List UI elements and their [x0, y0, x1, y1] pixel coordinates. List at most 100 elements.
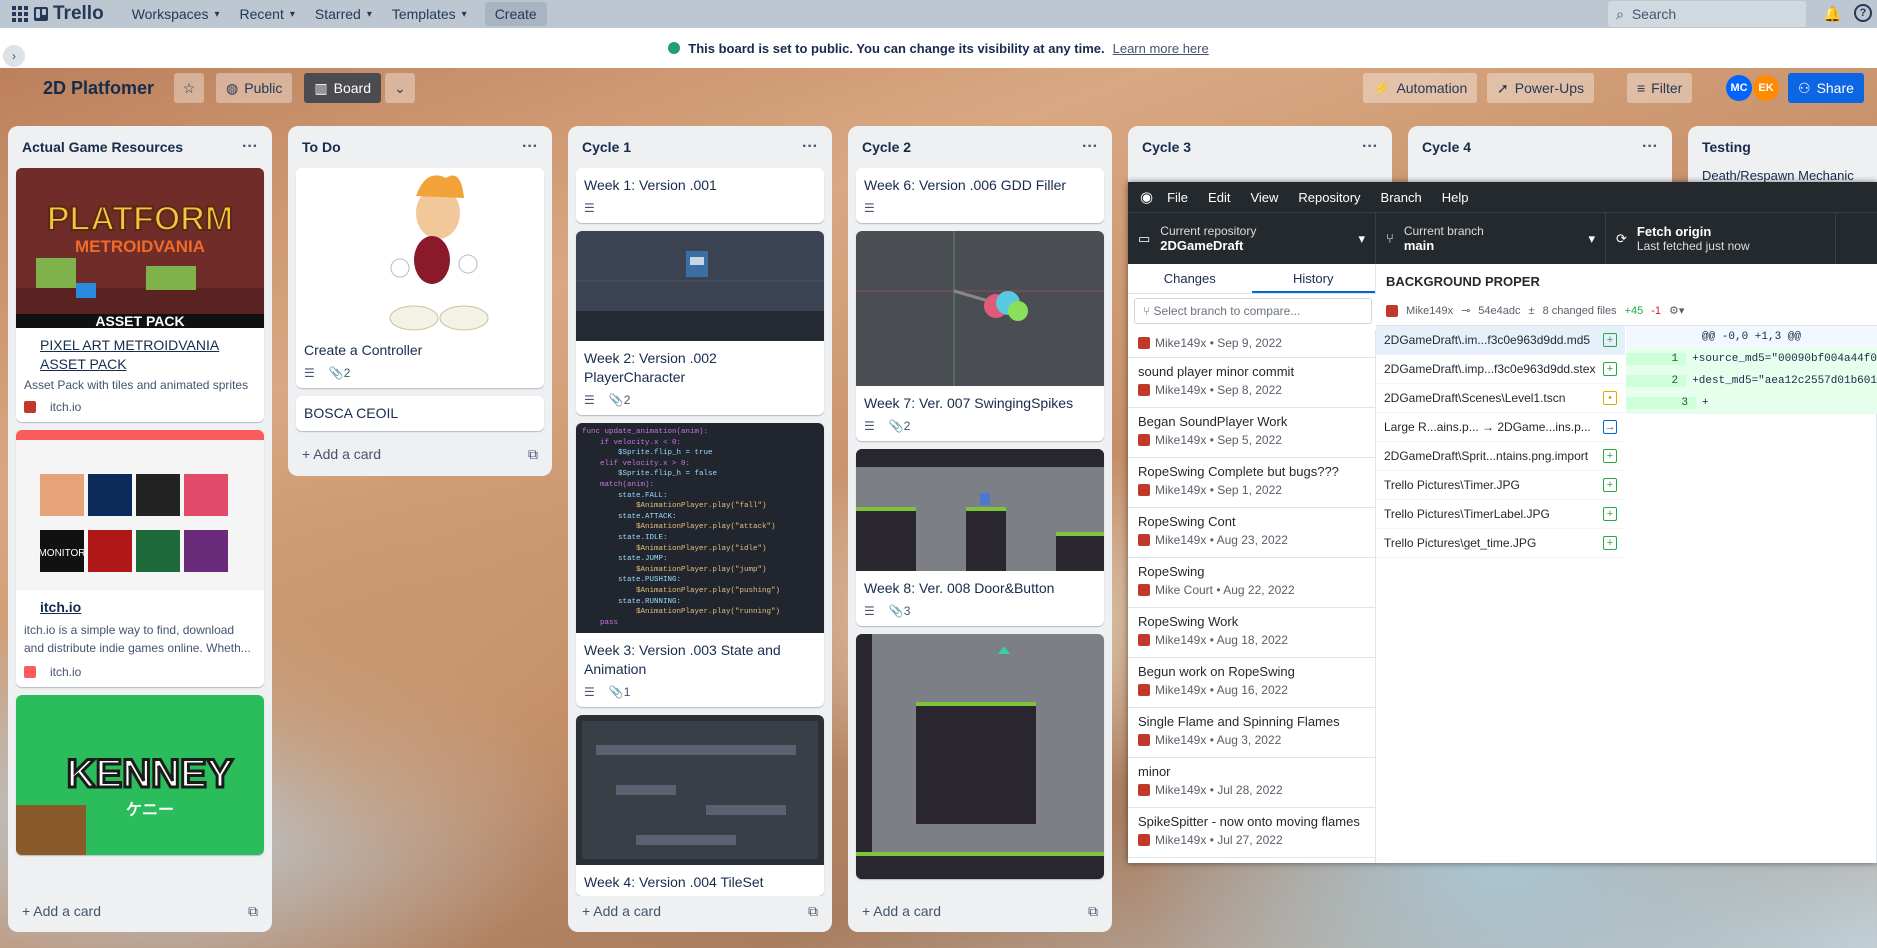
card-week-1[interactable]: Week 1: Version .001 ☰	[576, 168, 824, 223]
trello-logo[interactable]: Trello	[34, 3, 104, 25]
tab-changes[interactable]: Changes	[1128, 264, 1252, 293]
notifications-icon[interactable]: 🔔	[1823, 5, 1842, 23]
changed-file-item[interactable]: 2DGameDraft\Sprit...ntains.png.import +	[1376, 442, 1625, 471]
changed-file-item[interactable]: 2DGameDraft\Scenes\Level1.tscn •	[1376, 384, 1625, 413]
list-menu-icon[interactable]: ···	[802, 138, 818, 156]
learn-more-link[interactable]: Learn more here	[1113, 41, 1209, 56]
code-screenshot: func update_animation(anim): if velocity…	[576, 423, 824, 633]
commit-item[interactable]: minor Mike149x • Jul 28, 2022	[1128, 758, 1375, 808]
board-title[interactable]: 2D Platfomer	[43, 78, 154, 99]
menu-repository[interactable]: Repository	[1298, 190, 1360, 205]
changed-file-item[interactable]: Large R...ains.p... → 2DGame...ins.p... →	[1376, 413, 1625, 442]
commit-item[interactable]: Mike149x • Sep 9, 2022	[1128, 330, 1375, 358]
visibility-button[interactable]: ◍ Public	[216, 73, 293, 103]
code-line: state.FALL:	[582, 491, 668, 500]
list-title[interactable]: To Do	[302, 139, 341, 155]
list-menu-icon[interactable]: ···	[1642, 138, 1658, 156]
board-view-button[interactable]: ▥ Board	[304, 73, 381, 103]
card-kenney[interactable]: KENNEY ケニー	[16, 695, 264, 855]
list-menu-icon[interactable]: ···	[242, 138, 258, 156]
fetch-origin-button[interactable]: ⟳ Fetch origin Last fetched just now	[1606, 213, 1836, 264]
card-week-3[interactable]: func update_animation(anim): if velocity…	[576, 423, 824, 707]
code-line: state.ATTACK:	[582, 512, 677, 521]
card-week-2[interactable]: Week 2: Version .002 PlayerCharacter ☰ 📎2	[576, 231, 824, 415]
commit-title: RopeSwing	[1138, 564, 1205, 579]
current-repository-dropdown[interactable]: ▭ Current repository 2DGameDraft ▾	[1128, 213, 1376, 264]
add-card-button[interactable]: + Add a card ⧉	[16, 896, 264, 926]
menu-help[interactable]: Help	[1442, 190, 1469, 205]
menu-branch[interactable]: Branch	[1381, 190, 1422, 205]
commit-item[interactable]: RopeSwing Cont Mike149x • Aug 23, 2022	[1128, 508, 1375, 558]
current-branch-dropdown[interactable]: ⑂ Current branch main ▾	[1376, 213, 1606, 264]
add-card-button[interactable]: + Add a card ⧉	[296, 439, 544, 469]
power-ups-button[interactable]: ➚ Power-Ups	[1487, 73, 1594, 103]
card-itch-io[interactable]: MONITOR itch.io itch.io is a simple way …	[16, 430, 264, 687]
add-card-button[interactable]: + Add a card ⧉	[576, 896, 824, 926]
commit-item[interactable]: Begun work on RopeSwing Mike149x • Aug 16…	[1128, 658, 1375, 708]
card-week-8[interactable]: Week 8: Ver. 008 Door&Button ☰ 📎3	[856, 449, 1104, 626]
nav-starred[interactable]: Starred ▾	[305, 0, 382, 28]
commit-item[interactable]: RopeSwing Work Mike149x • Aug 18, 2022	[1128, 608, 1375, 658]
star-icon[interactable]: ☆	[174, 73, 205, 103]
commit-item[interactable]: sound player minor commit Mike149x • Sep …	[1128, 358, 1375, 408]
add-card-button[interactable]: + Add a card ⧉	[856, 896, 1104, 926]
card-week-4[interactable]: Week 4: Version .004 TileSet	[576, 715, 824, 896]
commit-item[interactable]: RopeSwing Mike Court • Aug 22, 2022	[1128, 558, 1375, 608]
list-title[interactable]: Cycle 3	[1142, 139, 1191, 155]
help-icon[interactable]: ?	[1854, 4, 1872, 22]
commit-item[interactable]: Single Flame and Spinning Flames Mike149x…	[1128, 708, 1375, 758]
code-line: elif velocity.x > 0:	[582, 459, 691, 468]
sidebar-expand-button[interactable]: ›	[3, 45, 25, 67]
nav-templates[interactable]: Templates ▾	[382, 0, 477, 28]
template-icon[interactable]: ⧉	[808, 903, 818, 920]
list-title[interactable]: Cycle 2	[862, 139, 911, 155]
nav-workspaces[interactable]: Workspaces ▾	[122, 0, 230, 28]
list-title[interactable]: Cycle 4	[1422, 139, 1471, 155]
apps-grid-icon[interactable]	[12, 6, 28, 22]
changed-file-item[interactable]: 2DGameDraft\.im...f3c0e963d9dd.md5 +	[1376, 326, 1625, 355]
view-switcher-chevron-icon[interactable]: ⌄	[385, 73, 415, 103]
automation-button[interactable]: ⚡ Automation	[1363, 73, 1478, 103]
create-button[interactable]: Create	[484, 2, 547, 26]
list-title[interactable]: Cycle 1	[582, 139, 631, 155]
changed-file-item[interactable]: 2DGameDraft\.imp...f3c0e963d9dd.stex +	[1376, 355, 1625, 384]
list-title[interactable]: Actual Game Resources	[22, 139, 183, 155]
gear-icon[interactable]: ⚙▾	[1669, 304, 1684, 317]
share-button[interactable]: ⚇ Share	[1788, 73, 1864, 103]
filter-button[interactable]: ≡ Filter	[1627, 73, 1693, 103]
search-input[interactable]: ⌕ Search	[1608, 1, 1806, 27]
changed-file-item[interactable]: Trello Pictures\Timer.JPG +	[1376, 471, 1625, 500]
menu-file[interactable]: File	[1167, 190, 1188, 205]
code-line: pass	[582, 618, 619, 627]
nav-recent[interactable]: Recent ▾	[230, 0, 305, 28]
list-menu-icon[interactable]: ···	[1362, 138, 1378, 156]
diff-line: 2 +dest_md5="aea12c2557d01b601	[1626, 370, 1877, 392]
template-icon[interactable]: ⧉	[1088, 903, 1098, 920]
tab-history[interactable]: History	[1251, 264, 1375, 293]
list-title[interactable]: Testing	[1702, 139, 1751, 155]
avatar[interactable]: EK	[1753, 75, 1779, 101]
menu-view[interactable]: View	[1250, 190, 1278, 205]
commit-item[interactable]: SpikeSpitter - now onto moving flames Mik…	[1128, 808, 1375, 858]
card-level-screenshot[interactable]	[856, 634, 1104, 879]
changed-file-item[interactable]: Trello Pictures\TimerLabel.JPG +	[1376, 500, 1625, 529]
menu-edit[interactable]: Edit	[1208, 190, 1230, 205]
branch-compare-input[interactable]: ⑂ Select branch to compare...	[1134, 298, 1372, 324]
card-peek[interactable]: Death/Respawn Mechanic	[1696, 168, 1877, 183]
file-status-icon: +	[1603, 507, 1617, 521]
commit-item[interactable]: RopeSwing Complete but bugs??? Mike149x •…	[1128, 458, 1375, 508]
card-week-6[interactable]: Week 6: Version .006 GDD Filler ☰	[856, 168, 1104, 223]
template-icon[interactable]: ⧉	[248, 903, 258, 920]
card-pixel-art-asset-pack[interactable]: PLATFORM METROIDVANIA ASSET PACK PIXEL A…	[16, 168, 264, 422]
card-week-7[interactable]: Week 7: Ver. 007 SwingingSpikes ☰ 📎2	[856, 231, 1104, 441]
changed-file-item[interactable]: Trello Pictures\get_time.JPG +	[1376, 529, 1625, 558]
list-menu-icon[interactable]: ···	[1082, 138, 1098, 156]
code-line: $AnimationPlayer.play("running")	[582, 608, 781, 617]
list-menu-icon[interactable]: ···	[522, 138, 538, 156]
avatar[interactable]: MC	[1726, 75, 1752, 101]
commit-item[interactable]: Began SoundPlayer Work Mike149x • Sep 5, …	[1128, 408, 1375, 458]
template-icon[interactable]: ⧉	[528, 446, 538, 463]
card-create-a-controller[interactable]: Create a Controller ☰ 📎2	[296, 168, 544, 388]
card-bosca-ceoil[interactable]: BOSCA CEOIL	[296, 396, 544, 431]
swinging-spikes-screenshot	[856, 231, 1104, 386]
